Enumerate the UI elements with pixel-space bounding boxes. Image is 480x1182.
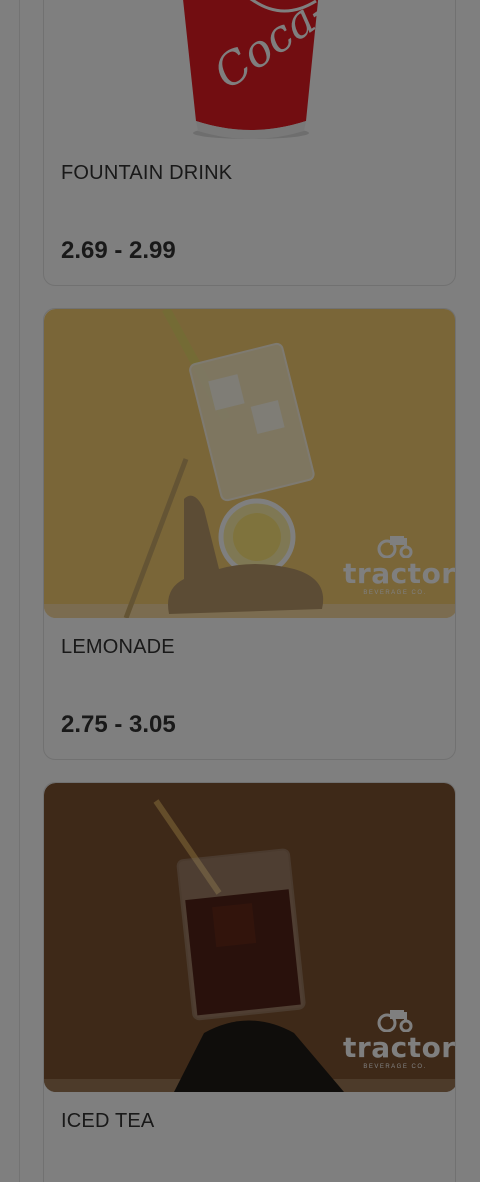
modal-backdrop-overlay[interactable] — [0, 0, 480, 1182]
menu-page: Coca-Cola FOUNTAIN DRINK 2.69 - 2.99 — [0, 0, 480, 1182]
